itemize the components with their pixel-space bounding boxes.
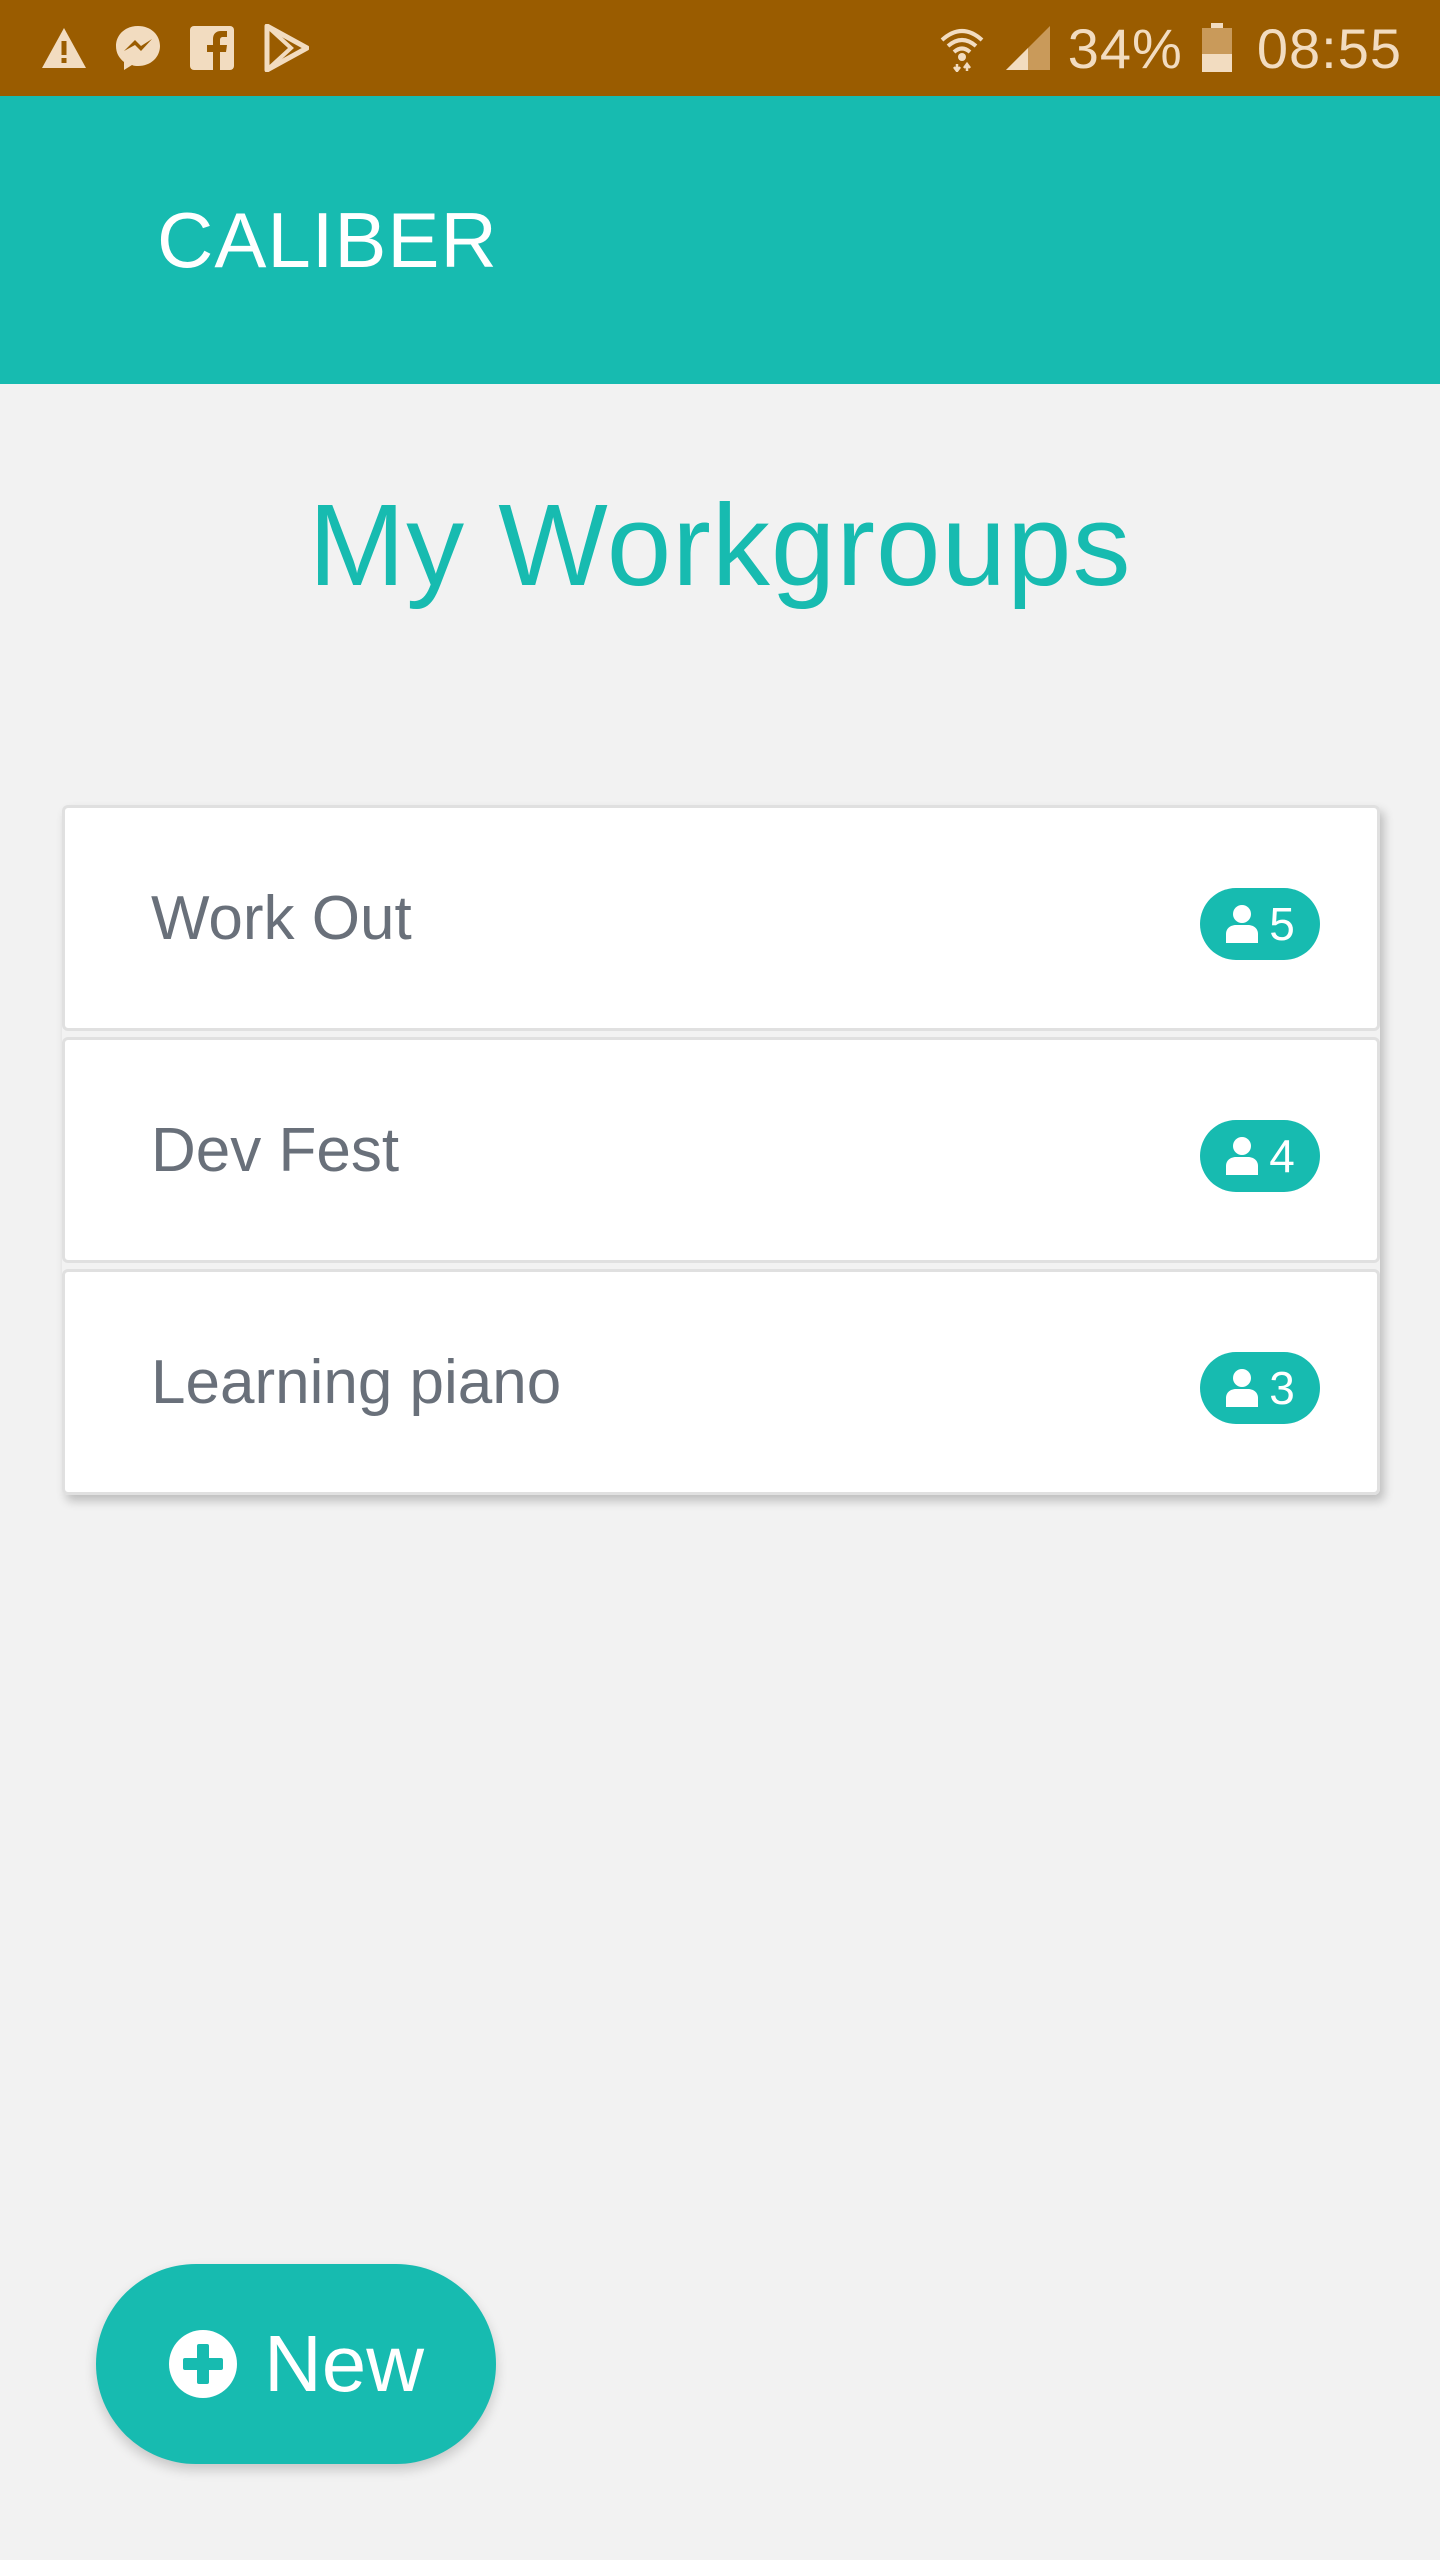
member-count-badge: 5 bbox=[1200, 888, 1320, 960]
app-bar: CALIBER bbox=[0, 96, 1440, 384]
new-button-label: New bbox=[263, 2319, 425, 2408]
status-bar: 34% 08:55 bbox=[0, 0, 1440, 96]
person-icon bbox=[1225, 1136, 1259, 1176]
workgroup-name: Learning piano bbox=[151, 1347, 562, 1417]
wifi-icon bbox=[938, 22, 986, 74]
new-workgroup-button[interactable]: New bbox=[96, 2264, 496, 2464]
battery-icon bbox=[1193, 22, 1241, 74]
facebook-icon bbox=[186, 22, 238, 74]
app-title: CALIBER bbox=[157, 195, 498, 284]
messenger-icon bbox=[112, 22, 164, 74]
play-store-icon bbox=[260, 22, 312, 74]
person-icon bbox=[1225, 904, 1259, 944]
member-count-badge: 4 bbox=[1200, 1120, 1320, 1192]
person-icon bbox=[1225, 1368, 1259, 1408]
warning-icon bbox=[38, 22, 90, 74]
workgroup-list: Work Out 5 Dev Fest 4 Learning piano 3 bbox=[62, 805, 1380, 1495]
workgroup-item-learning-piano[interactable]: Learning piano 3 bbox=[62, 1269, 1380, 1495]
member-count: 5 bbox=[1269, 898, 1295, 950]
workgroup-item-dev-fest[interactable]: Dev Fest 4 bbox=[62, 1037, 1380, 1263]
status-bar-notifications bbox=[38, 22, 334, 74]
member-count: 4 bbox=[1269, 1130, 1295, 1182]
clock: 08:55 bbox=[1256, 16, 1402, 80]
page-title: My Workgroups bbox=[308, 480, 1132, 610]
battery-percentage: 34% bbox=[1067, 16, 1183, 80]
plus-circle-icon bbox=[168, 2329, 238, 2399]
workgroup-name: Dev Fest bbox=[151, 1115, 400, 1185]
workgroup-item-work-out[interactable]: Work Out 5 bbox=[62, 805, 1380, 1031]
signal-icon bbox=[1004, 22, 1052, 74]
workgroup-name: Work Out bbox=[151, 883, 412, 953]
member-count-badge: 3 bbox=[1200, 1352, 1320, 1424]
member-count: 3 bbox=[1269, 1362, 1295, 1414]
status-bar-system: 34% 08:55 bbox=[920, 16, 1402, 81]
